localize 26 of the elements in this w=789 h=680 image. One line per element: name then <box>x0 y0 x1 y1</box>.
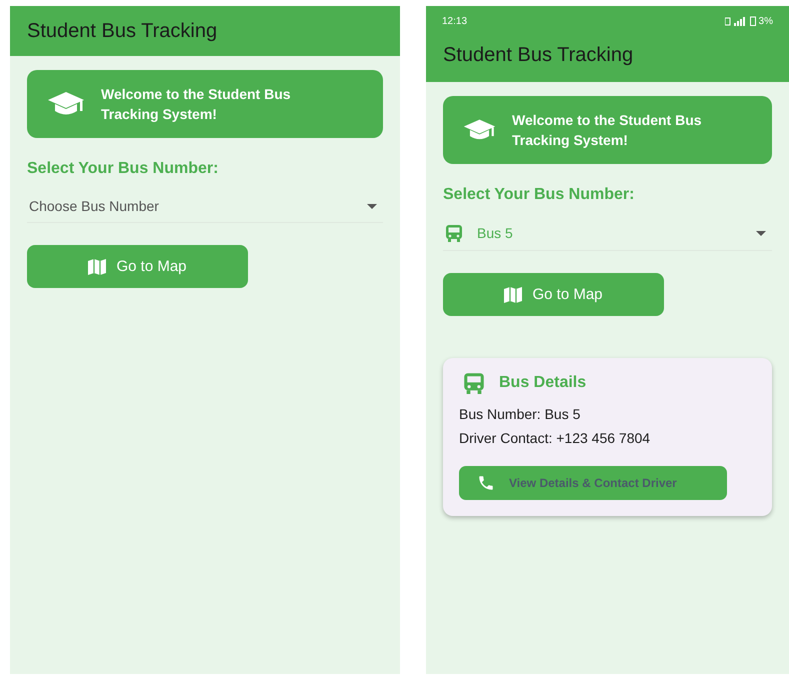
signal-icon <box>724 16 747 26</box>
go-to-map-button[interactable]: Go to Map <box>443 273 664 316</box>
battery-percent: 3% <box>758 16 773 26</box>
phone-icon <box>477 474 495 492</box>
bus-dropdown[interactable]: Bus 5 <box>443 218 772 251</box>
graduation-cap-icon <box>47 91 85 117</box>
map-icon <box>504 286 522 302</box>
app-title: Student Bus Tracking <box>443 44 634 67</box>
welcome-text: Welcome to the Student Bus Tracking System! <box>101 85 292 124</box>
detail-line: Bus Number: Bus 5 <box>459 405 582 424</box>
status-time: 12:13 <box>442 16 468 26</box>
detail-line: Driver Contact: +123 456 7804 <box>459 429 652 448</box>
caret-icon <box>756 230 766 236</box>
bus-icon <box>463 372 485 394</box>
bus-dropdown[interactable]: Choose Bus Number <box>27 192 383 223</box>
go-to-map-button[interactable]: Go to Map <box>27 245 248 288</box>
bus-icon <box>445 224 463 242</box>
app-title: Student Bus Tracking <box>27 20 218 42</box>
battery-icon <box>750 16 756 26</box>
caret-icon <box>367 204 377 208</box>
select-label: Select Your Bus Number: <box>443 186 636 204</box>
card-title: Bus Details <box>499 374 586 392</box>
welcome-text: Welcome to the Student Bus Tracking System! <box>512 111 703 150</box>
map-icon <box>88 258 106 274</box>
contact-driver-button[interactable]: View Details & Contact Driver <box>459 466 727 500</box>
select-label: Select Your Bus Number: <box>27 160 220 178</box>
